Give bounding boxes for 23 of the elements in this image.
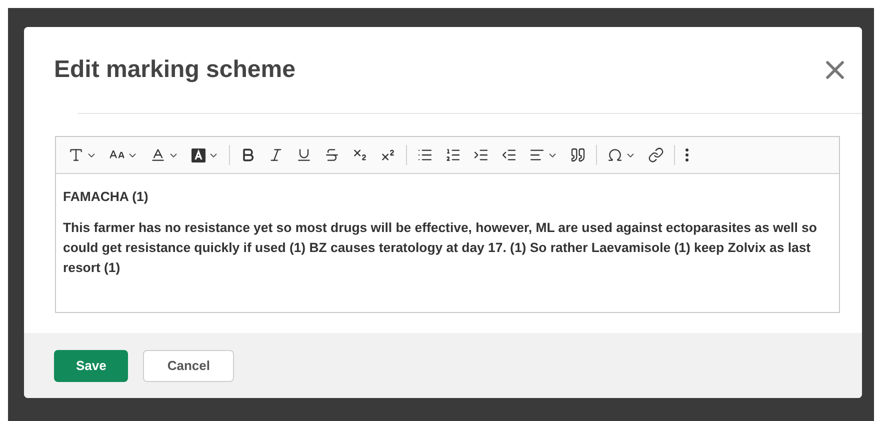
subscript-icon	[352, 147, 368, 163]
strikethrough-icon	[324, 147, 340, 163]
cancel-button[interactable]: Cancel	[143, 350, 234, 382]
numbered-list-icon	[445, 147, 461, 163]
bulleted-list-icon	[417, 147, 433, 163]
align-left-icon	[529, 147, 545, 163]
font-family-icon	[68, 147, 84, 163]
more-icon	[685, 148, 689, 162]
bold-icon	[240, 147, 256, 163]
italic-icon	[268, 147, 284, 163]
paragraph: FAMACHA (1)	[63, 188, 150, 206]
outdent-icon	[501, 147, 517, 163]
paragraph: This farmer has no resistance yet so most drugs will be effective, however, ML are used against ectoparasites as well so could get resistance quickly if used (1) BZ causes teratology at day 17. (1) So rather Laevamisole (1) keep Zolvix as last resort (1)	[63, 219, 818, 277]
omega-icon	[607, 147, 623, 163]
link-icon	[648, 147, 664, 163]
background-color-icon	[191, 148, 206, 162]
quote-icon	[570, 147, 586, 163]
indent-icon	[473, 147, 489, 163]
dialog-title: Edit marking scheme	[54, 55, 296, 85]
superscript-icon	[380, 147, 396, 163]
underline-icon	[296, 147, 312, 163]
save-button[interactable]: Save	[54, 350, 128, 382]
font-color-icon	[150, 147, 166, 163]
